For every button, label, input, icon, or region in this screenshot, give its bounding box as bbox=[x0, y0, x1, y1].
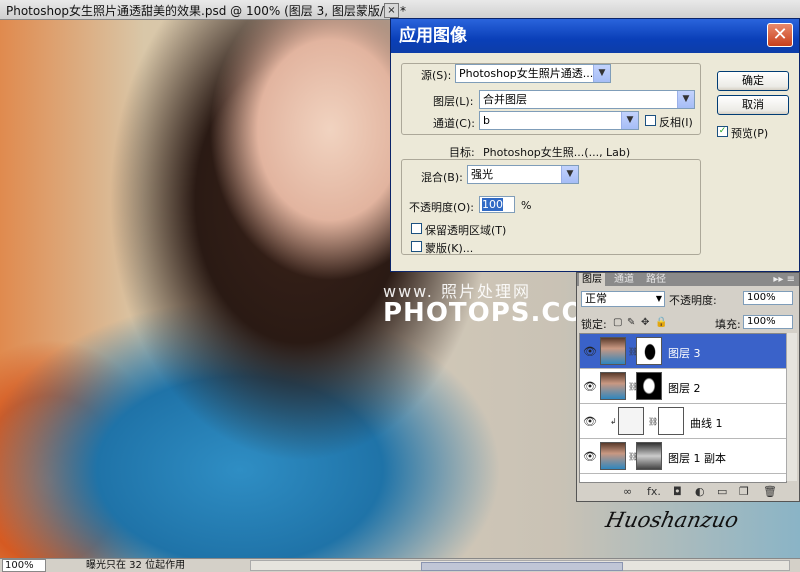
mask-thumbnail[interactable] bbox=[636, 442, 662, 470]
layer-name: 曲线 1 bbox=[690, 417, 723, 430]
panel-menu-icon[interactable]: ▸▸ ≡ bbox=[773, 273, 795, 286]
dialog-title: 应用图像 bbox=[391, 19, 799, 53]
eye-icon[interactable]: 👁 bbox=[583, 345, 597, 358]
layer-row[interactable]: 👁 ⛓ 图层 2 bbox=[580, 369, 786, 404]
lock-label: 锁定: bbox=[581, 318, 607, 331]
layer-list: 👁 ⛓ 图层 3 👁 ⛓ 图层 2 👁 ↲ ⛓ 曲线 1 👁 ⛓ 图层 1 副本 bbox=[579, 333, 787, 483]
layer-row[interactable]: 👁 ⛓ 图层 3 bbox=[580, 334, 786, 369]
eye-icon[interactable]: 👁 bbox=[583, 380, 597, 393]
lock-position-icon[interactable]: ✥ bbox=[641, 317, 649, 328]
mask-checkbox[interactable] bbox=[411, 241, 422, 252]
mask-label: 蒙版(K)... bbox=[425, 242, 474, 255]
preserve-transparency-checkbox[interactable] bbox=[411, 223, 422, 234]
zoom-field[interactable]: 100% bbox=[2, 559, 46, 572]
layer-opacity-label: 不透明度: bbox=[669, 294, 717, 307]
layer-name: 图层 2 bbox=[668, 382, 701, 395]
document-title-bar: Photoshop女生照片通透甜美的效果.psd @ 100% (图层 3, 图… bbox=[0, 0, 800, 20]
layer-row[interactable]: 👁 ↲ ⛓ 曲线 1 bbox=[580, 404, 786, 439]
layer-name: 图层 1 副本 bbox=[668, 452, 726, 465]
layer-thumbnail bbox=[600, 372, 626, 400]
lock-all-icon[interactable]: 🔒 bbox=[655, 317, 667, 328]
clip-arrow-icon: ↲ bbox=[610, 417, 617, 426]
layers-panel: 图层 通道 路径 ▸▸ ≡ 正常 ▼ 不透明度: 100% 锁定: ▢ ✎ ✥ 🔒… bbox=[576, 272, 800, 502]
invert-checkbox[interactable] bbox=[645, 115, 656, 126]
panel-tab-strip: 图层 通道 路径 ▸▸ ≡ bbox=[577, 273, 799, 286]
layer-opacity-input[interactable]: 100% bbox=[743, 291, 793, 305]
layer-row[interactable]: 👁 ⛓ 图层 1 副本 bbox=[580, 439, 786, 474]
link-icon[interactable]: ∞ bbox=[623, 485, 632, 498]
lock-pixels-icon[interactable]: ✎ bbox=[627, 317, 635, 328]
fill-label: 填充: bbox=[715, 318, 741, 331]
opacity-unit: % bbox=[521, 199, 532, 212]
scrollbar-thumb[interactable] bbox=[421, 562, 623, 571]
new-layer-icon[interactable]: ❐ bbox=[739, 485, 749, 498]
fx-icon[interactable]: fx. bbox=[647, 485, 661, 498]
group-icon[interactable]: ▭ bbox=[717, 485, 727, 498]
trash-icon[interactable]: 🗑 bbox=[763, 485, 777, 498]
mask-icon[interactable]: ◘ bbox=[673, 485, 682, 498]
ok-button[interactable]: 确定 bbox=[717, 71, 789, 91]
tab-layers[interactable]: 图层 bbox=[579, 273, 605, 286]
preview-label: 预览(P) bbox=[731, 127, 769, 140]
tab-channels[interactable]: 通道 bbox=[611, 273, 637, 286]
chevron-down-icon: ▼ bbox=[655, 294, 663, 303]
source-select[interactable]: Photoshop女生照片通透... ▼ bbox=[455, 64, 611, 83]
mask-thumbnail[interactable] bbox=[658, 407, 684, 435]
chevron-down-icon: ▼ bbox=[593, 65, 610, 82]
layer-list-scrollbar[interactable] bbox=[786, 333, 797, 481]
channel-label: 通道(C): bbox=[433, 117, 475, 130]
opacity-label: 不透明度(O): bbox=[409, 201, 474, 214]
apply-image-dialog: 应用图像 ✕ 源(S): Photoshop女生照片通透... ▼ 图层(L): … bbox=[390, 18, 800, 272]
channel-select[interactable]: b ▼ bbox=[479, 111, 639, 130]
target-label: 目标: bbox=[449, 146, 475, 159]
layers-panel-footer: ∞ fx. ◘ ◐ ▭ ❐ 🗑 bbox=[577, 483, 799, 501]
tab-paths[interactable]: 路径 bbox=[643, 273, 669, 286]
layer-label: 图层(L): bbox=[433, 95, 474, 108]
dialog-close-button[interactable]: ✕ bbox=[767, 23, 793, 47]
chevron-down-icon: ▼ bbox=[621, 112, 638, 129]
lock-transparency-icon[interactable]: ▢ bbox=[613, 317, 622, 328]
blending-label: 混合(B): bbox=[421, 171, 463, 184]
mask-thumbnail[interactable] bbox=[636, 372, 662, 400]
mask-thumbnail[interactable] bbox=[636, 337, 662, 365]
status-message: 曝光只在 32 位起作用 bbox=[86, 560, 186, 571]
fill-input[interactable]: 100% bbox=[743, 315, 793, 329]
blending-select[interactable]: 强光 ▼ bbox=[467, 165, 579, 184]
curves-adjustment-icon bbox=[618, 407, 644, 435]
preserve-transparency-label: 保留透明区域(T) bbox=[425, 224, 507, 237]
layer-thumbnail bbox=[600, 337, 626, 365]
document-title: Photoshop女生照片通透甜美的效果.psd @ 100% (图层 3, 图… bbox=[6, 4, 407, 18]
target-value: Photoshop女生照...(..., Lab) bbox=[483, 146, 631, 159]
document-close-button[interactable]: × bbox=[384, 3, 399, 18]
cancel-button[interactable]: 取消 bbox=[717, 95, 789, 115]
layer-thumbnail bbox=[600, 442, 626, 470]
preview-checkbox[interactable]: ✓ bbox=[717, 126, 728, 137]
adjustment-icon[interactable]: ◐ bbox=[695, 485, 705, 498]
signature: Huoshanzuo bbox=[603, 508, 741, 532]
eye-icon[interactable]: 👁 bbox=[583, 415, 597, 428]
source-label: 源(S): bbox=[421, 69, 452, 82]
link-icon: ⛓ bbox=[648, 417, 659, 426]
invert-label: 反相(I) bbox=[659, 116, 693, 129]
layer-select[interactable]: 合并图层 ▼ bbox=[479, 90, 695, 109]
chevron-down-icon: ▼ bbox=[561, 166, 578, 183]
layer-blend-mode-select[interactable]: 正常 ▼ bbox=[581, 291, 665, 307]
eye-icon[interactable]: 👁 bbox=[583, 450, 597, 463]
layer-name: 图层 3 bbox=[668, 347, 701, 360]
opacity-input[interactable]: 100 bbox=[479, 196, 515, 213]
status-bar: 100% 曝光只在 32 位起作用 bbox=[0, 558, 800, 572]
chevron-down-icon: ▼ bbox=[677, 91, 694, 108]
horizontal-scrollbar[interactable] bbox=[250, 560, 790, 571]
